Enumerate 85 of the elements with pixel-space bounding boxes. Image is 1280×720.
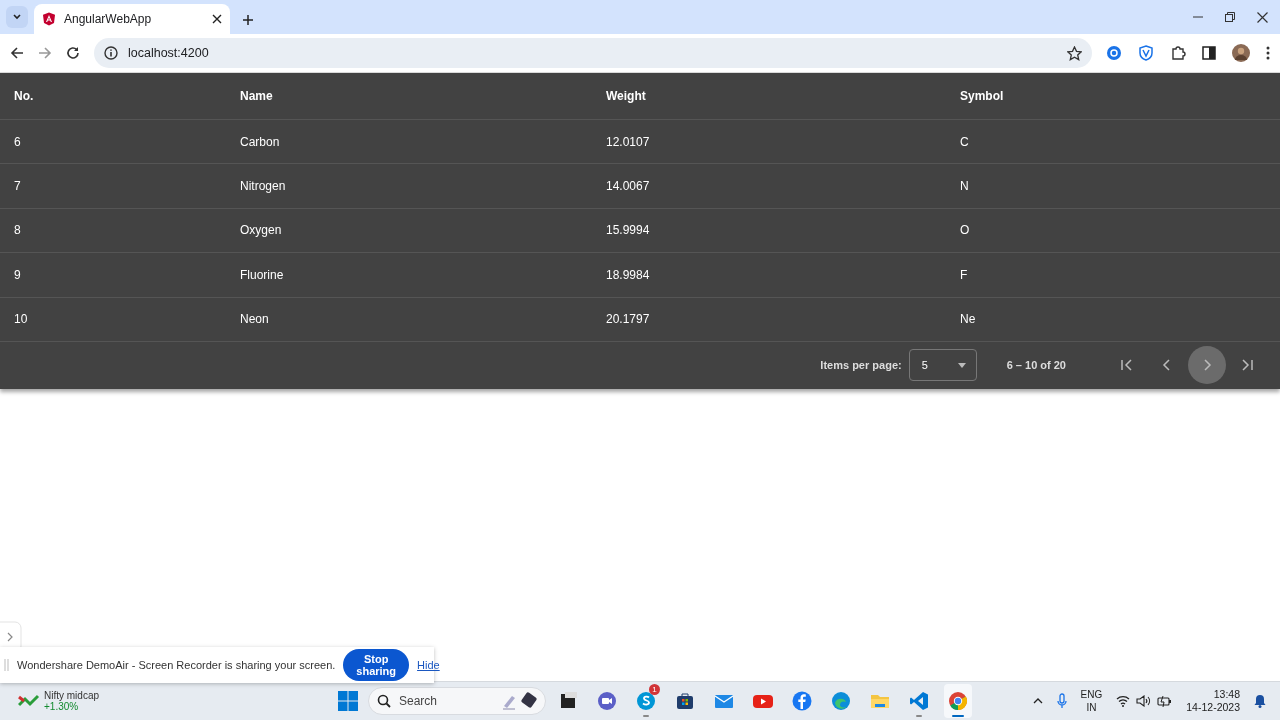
side-panel-icon[interactable] [1202, 46, 1216, 60]
items-per-page-label: Items per page: [820, 359, 902, 372]
widget-change: +1.30% [44, 701, 79, 712]
page-size-select[interactable]: 5 [908, 349, 977, 382]
column-header[interactable]: No. [14, 89, 240, 103]
table-cell-text: 15.9994 [606, 223, 651, 238]
last-page-icon [1240, 358, 1254, 373]
shopping-bag-icon [675, 691, 695, 711]
video-chat-icon [597, 691, 617, 711]
taskbar-app-button[interactable]: 1 [632, 684, 660, 718]
dropdown-caret-icon [957, 362, 966, 368]
taskbar-search-field[interactable]: Search [368, 687, 546, 715]
table-cell-text: 12.0107 [606, 134, 651, 149]
table-cell-text: C [960, 134, 970, 149]
browser-tab[interactable]: AngularWebApp [34, 4, 230, 34]
table-cell-text: N [960, 179, 970, 194]
speaker-icon[interactable] [1136, 695, 1152, 707]
table-cell-text: 10 [14, 312, 29, 327]
page-range: 6 – 10 of 20 [1006, 359, 1066, 372]
search-placeholder: Search [399, 694, 439, 708]
reload-icon[interactable] [66, 46, 80, 60]
stop-sharing-button[interactable]: Stop sharing [343, 649, 410, 681]
close-icon[interactable] [1257, 11, 1268, 23]
restore-icon[interactable] [1225, 12, 1235, 22]
column-header[interactable]: Weight [606, 89, 960, 103]
chevron-down-icon [12, 12, 22, 22]
chart-trend-icon [18, 693, 40, 709]
table-cell-text: Fluorine [240, 267, 285, 282]
microphone-icon[interactable] [1056, 693, 1067, 709]
column-header[interactable]: Name [240, 89, 606, 103]
table-cell-text: Carbon [240, 134, 281, 149]
forward-arrow-icon[interactable] [38, 46, 52, 60]
chrome-circle-icon [948, 691, 968, 711]
angular-logo-icon [42, 12, 56, 26]
table-cell-text: O [960, 223, 971, 238]
chevron-up-icon[interactable] [1032, 698, 1043, 704]
info-icon [104, 46, 118, 60]
table-cell-text: 7 [14, 179, 22, 194]
table-cell-text: 14.0067 [606, 179, 651, 194]
table-cell-text: 20.1797 [606, 312, 651, 327]
table-cell-text: Neon [240, 312, 270, 327]
search-icon [377, 694, 391, 708]
close-icon[interactable] [212, 14, 222, 24]
battery-icon[interactable] [1157, 695, 1173, 707]
plus-icon[interactable] [242, 14, 254, 26]
table-cell-text: F [960, 267, 969, 282]
tab-search-button[interactable] [6, 6, 28, 28]
back-arrow-icon[interactable] [10, 46, 24, 60]
clock-date[interactable]: 14-12-2023 [1186, 701, 1240, 714]
facebook-f-icon [792, 691, 812, 711]
hide-link[interactable]: Hide [417, 659, 440, 671]
shield-icon[interactable] [1138, 45, 1154, 61]
puzzle-piece-icon[interactable] [1170, 45, 1186, 61]
table-cell-text: 6 [14, 134, 22, 149]
table-cell-text: Oxygen [240, 223, 283, 238]
table-cell-text: 18.9984 [606, 267, 651, 282]
extension-circle-icon[interactable] [1106, 45, 1122, 61]
wifi-icon[interactable] [1116, 695, 1131, 707]
avatar-icon[interactable] [1232, 44, 1250, 62]
windows-start-icon[interactable] [338, 691, 358, 711]
address-bar[interactable]: localhost:4200 [94, 38, 1092, 68]
page-size-value: 5 [921, 359, 928, 372]
share-message: Wondershare DemoAir - Screen Recorder is sharing your screen. [17, 659, 336, 671]
more-vertical-icon[interactable] [1266, 46, 1270, 60]
table-cell-text: Nitrogen [240, 179, 287, 194]
chevron-right-button[interactable] [1188, 346, 1226, 385]
swirl-icon [831, 691, 851, 711]
language-indicator[interactable]: ENG [1080, 688, 1103, 701]
chat-s-icon [636, 691, 656, 711]
bell-icon[interactable] [1254, 694, 1266, 708]
widget-title: Nifty midcap [44, 690, 99, 701]
drag-handle-icon[interactable] [4, 659, 9, 671]
first-page-icon [1120, 358, 1134, 373]
table-cell-text: Ne [960, 312, 977, 327]
clock-time[interactable]: 13:48 [1213, 688, 1240, 701]
notification-badge: 1 [649, 684, 660, 695]
window-icon [558, 691, 578, 711]
code-editor-icon [909, 691, 929, 711]
column-header[interactable]: Symbol [960, 89, 1280, 103]
region-indicator[interactable]: IN [1086, 701, 1097, 714]
table-cell-text: 8 [14, 223, 22, 238]
table-cell-text: 9 [14, 267, 22, 282]
url-text: localhost:4200 [128, 46, 210, 60]
star-icon[interactable] [1067, 45, 1082, 61]
tab-title: AngularWebApp [64, 12, 153, 26]
